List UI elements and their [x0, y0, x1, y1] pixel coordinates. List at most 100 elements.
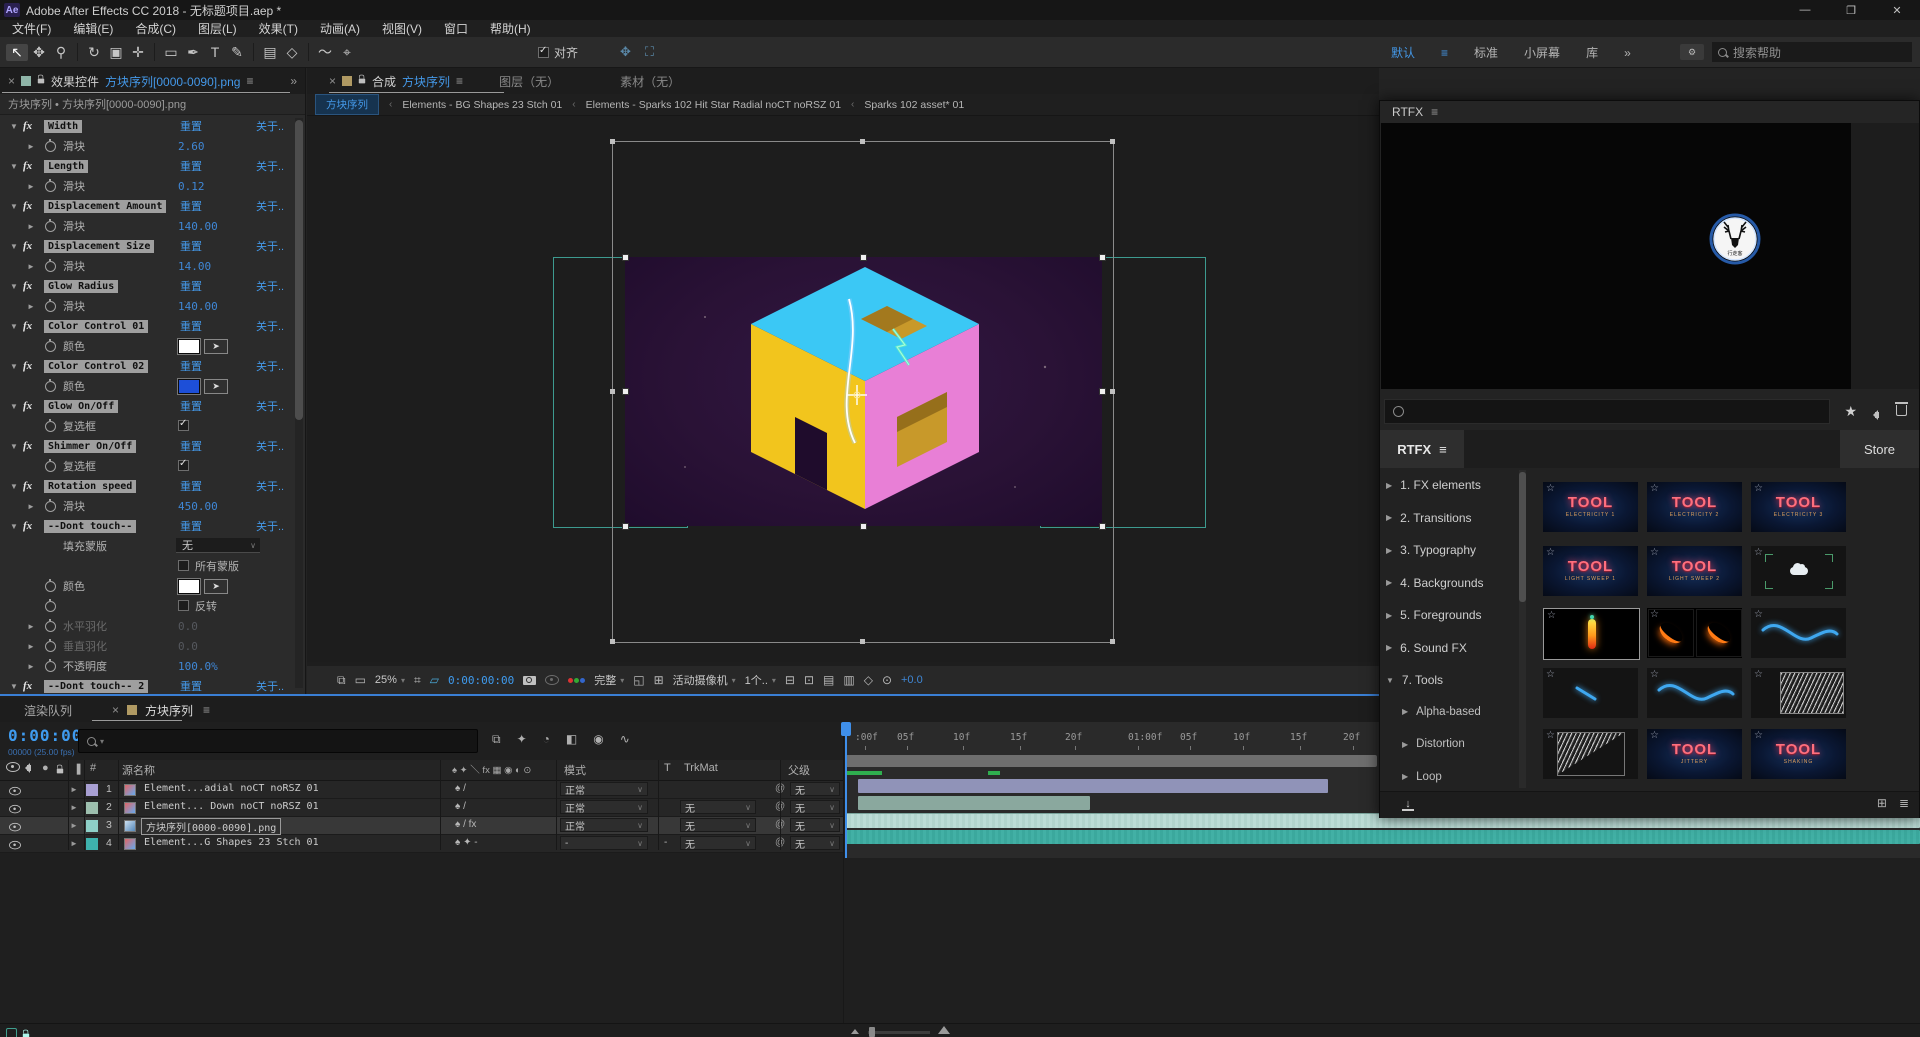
menu-item[interactable]: 编辑(E): [73, 20, 113, 37]
reset-link[interactable]: 重置: [180, 158, 202, 174]
menu-item[interactable]: 效果(T): [259, 20, 298, 37]
effect-name[interactable]: Color Control 01: [44, 320, 148, 333]
audio-column-icon[interactable]: [27, 765, 31, 771]
about-link[interactable]: 关于..: [256, 158, 284, 174]
layer-eye-icon[interactable]: [9, 840, 21, 852]
store-button[interactable]: Store: [1840, 430, 1919, 468]
goto-time-icon[interactable]: ⊟: [785, 673, 795, 687]
tool-icon-2[interactable]: ⚲: [50, 44, 72, 61]
workspace-tab[interactable]: 标准: [1474, 44, 1498, 61]
category-item[interactable]: ▶Loop: [1402, 771, 1442, 783]
exposure-value[interactable]: +0.0: [901, 674, 923, 686]
breadcrumb-item[interactable]: 方块序列: [315, 94, 379, 115]
reset-exposure-icon[interactable]: ⊙: [882, 673, 892, 687]
tab-footage[interactable]: 素材（无）: [620, 73, 680, 90]
collapse-arrow-icon[interactable]: ▼: [10, 482, 18, 491]
rtfx-tab[interactable]: RTFX≡: [1380, 430, 1464, 468]
tool-icon-6[interactable]: ▭: [160, 44, 182, 61]
stopwatch-icon[interactable]: [45, 421, 56, 435]
layer-mode-dropdown[interactable]: 正常∨: [560, 782, 648, 796]
checkbox[interactable]: [178, 560, 189, 571]
property-value[interactable]: 0.0: [178, 620, 198, 633]
category-item[interactable]: ▶Distortion: [1402, 738, 1465, 750]
zoom-in-mountain-icon[interactable]: [938, 1026, 950, 1034]
favorite-star-icon[interactable]: ☆: [1754, 483, 1763, 494]
grid-options-icon[interactable]: ⌗: [414, 673, 421, 688]
layer-mode-dropdown[interactable]: 正常∨: [560, 800, 648, 814]
about-link[interactable]: 关于..: [256, 278, 284, 294]
tool-icon-10[interactable]: ▤: [259, 44, 281, 61]
timeline-toggle-icon-2[interactable]: ◔: [543, 732, 550, 747]
preset-thumbnail[interactable]: ☆: [1751, 546, 1846, 596]
layer-mode-dropdown[interactable]: -∨: [560, 836, 648, 850]
layer-label-chip[interactable]: [86, 784, 98, 796]
work-area-bar[interactable]: [845, 755, 1377, 767]
color-swatch[interactable]: [178, 379, 200, 394]
tab-comp-name[interactable]: 方块序列: [145, 702, 193, 719]
reset-link[interactable]: 重置: [180, 118, 202, 134]
layer-mode-dropdown[interactable]: 正常∨: [560, 818, 648, 832]
source-name-column[interactable]: 源名称: [122, 762, 155, 778]
selection-handle[interactable]: [622, 388, 629, 395]
layer-parent-dropdown[interactable]: 无∨: [790, 818, 840, 832]
tab-render-queue[interactable]: 渲染队列: [24, 702, 72, 719]
selection-handle[interactable]: [1099, 254, 1106, 261]
layer-row[interactable]: ►3方块序列[0000-0090].png♠ / fx正常∨无∨@无∨: [0, 817, 843, 835]
channel-icon[interactable]: [568, 678, 585, 683]
timeline-search[interactable]: ▾: [78, 729, 478, 753]
workspace-tab[interactable]: »: [1624, 46, 1631, 60]
collapse-arrow-icon[interactable]: ▼: [10, 402, 18, 411]
preset-thumbnail[interactable]: ☆TOOLELECTRICITY 2: [1647, 482, 1742, 532]
layer-label-chip[interactable]: [86, 820, 98, 832]
effect-name[interactable]: Width: [44, 120, 82, 133]
tab-overflow-icon[interactable]: »: [290, 74, 297, 88]
layer-trkmat-dropdown[interactable]: 无∨: [680, 800, 756, 814]
effect-name[interactable]: Displacement Amount: [44, 200, 166, 213]
parent-column[interactable]: 父级: [788, 762, 810, 778]
expand-arrow-icon[interactable]: ►: [27, 662, 35, 671]
favorite-star-icon[interactable]: ☆: [1546, 547, 1555, 558]
layer-parent-dropdown[interactable]: 无∨: [790, 800, 840, 814]
layer-eye-icon[interactable]: [9, 786, 21, 798]
preset-thumbnail[interactable]: ☆: [1543, 668, 1638, 718]
layer-parent-dropdown[interactable]: 无∨: [790, 836, 840, 850]
search-filter-caret[interactable]: ▾: [100, 737, 104, 746]
layer-label-chip[interactable]: [86, 802, 98, 814]
layer-switches[interactable]: ♠ ✦ -: [455, 837, 478, 848]
comp-image[interactable]: [625, 257, 1102, 526]
expand-arrow-icon[interactable]: ►: [27, 502, 35, 511]
workspace-menu-icon[interactable]: ≡: [1441, 46, 1448, 60]
flowchart-icon[interactable]: ◇: [864, 673, 873, 687]
rtfx-search-input[interactable]: [1384, 399, 1830, 424]
menu-item[interactable]: 窗口: [444, 20, 468, 37]
stopwatch-icon[interactable]: [45, 461, 56, 475]
bbox-handle[interactable]: [610, 139, 615, 144]
collapse-arrow-icon[interactable]: ▼: [10, 362, 18, 371]
region-of-interest-icon[interactable]: ◱: [633, 673, 644, 687]
favorite-star-icon[interactable]: ☆: [1650, 547, 1659, 558]
category-item[interactable]: ▶3. Typography: [1386, 543, 1476, 557]
snapshot-icon[interactable]: [523, 676, 536, 685]
download-icon[interactable]: ↓: [1402, 799, 1414, 811]
layer-switches[interactable]: ♠ /: [455, 801, 466, 812]
solo-column-icon[interactable]: ●: [42, 762, 49, 774]
layer-expand-icon[interactable]: ►: [70, 821, 78, 830]
always-preview-icon[interactable]: ⧉: [337, 673, 346, 688]
view-layout-dropdown[interactable]: 1个..▾: [745, 672, 776, 688]
layer-parent-dropdown[interactable]: 无∨: [790, 782, 840, 796]
workspace-tab[interactable]: 库: [1586, 44, 1598, 61]
timeline-toggle-icon-1[interactable]: ✦: [517, 732, 527, 747]
favorite-star-icon[interactable]: ☆: [1754, 609, 1763, 620]
bbox-handle[interactable]: [1110, 389, 1115, 394]
eyedropper-icon[interactable]: ➤: [204, 579, 228, 594]
property-value[interactable]: 14.00: [178, 260, 211, 273]
expand-arrow-icon[interactable]: ►: [27, 262, 35, 271]
effect-name[interactable]: --Dont touch-- 2: [44, 680, 148, 693]
expand-arrow-icon[interactable]: ►: [27, 182, 35, 191]
timeline-button-icon[interactable]: ▥: [843, 673, 854, 687]
breadcrumb-item[interactable]: Elements - BG Shapes 23 Stch 01: [402, 99, 562, 111]
tab-close-icon[interactable]: ×: [112, 703, 119, 717]
preset-thumbnail[interactable]: ☆TOOLLIGHT SWEEP 2: [1647, 546, 1742, 596]
favorite-star-icon[interactable]: ☆: [1547, 610, 1556, 621]
layer-bar-1[interactable]: [858, 779, 1328, 793]
